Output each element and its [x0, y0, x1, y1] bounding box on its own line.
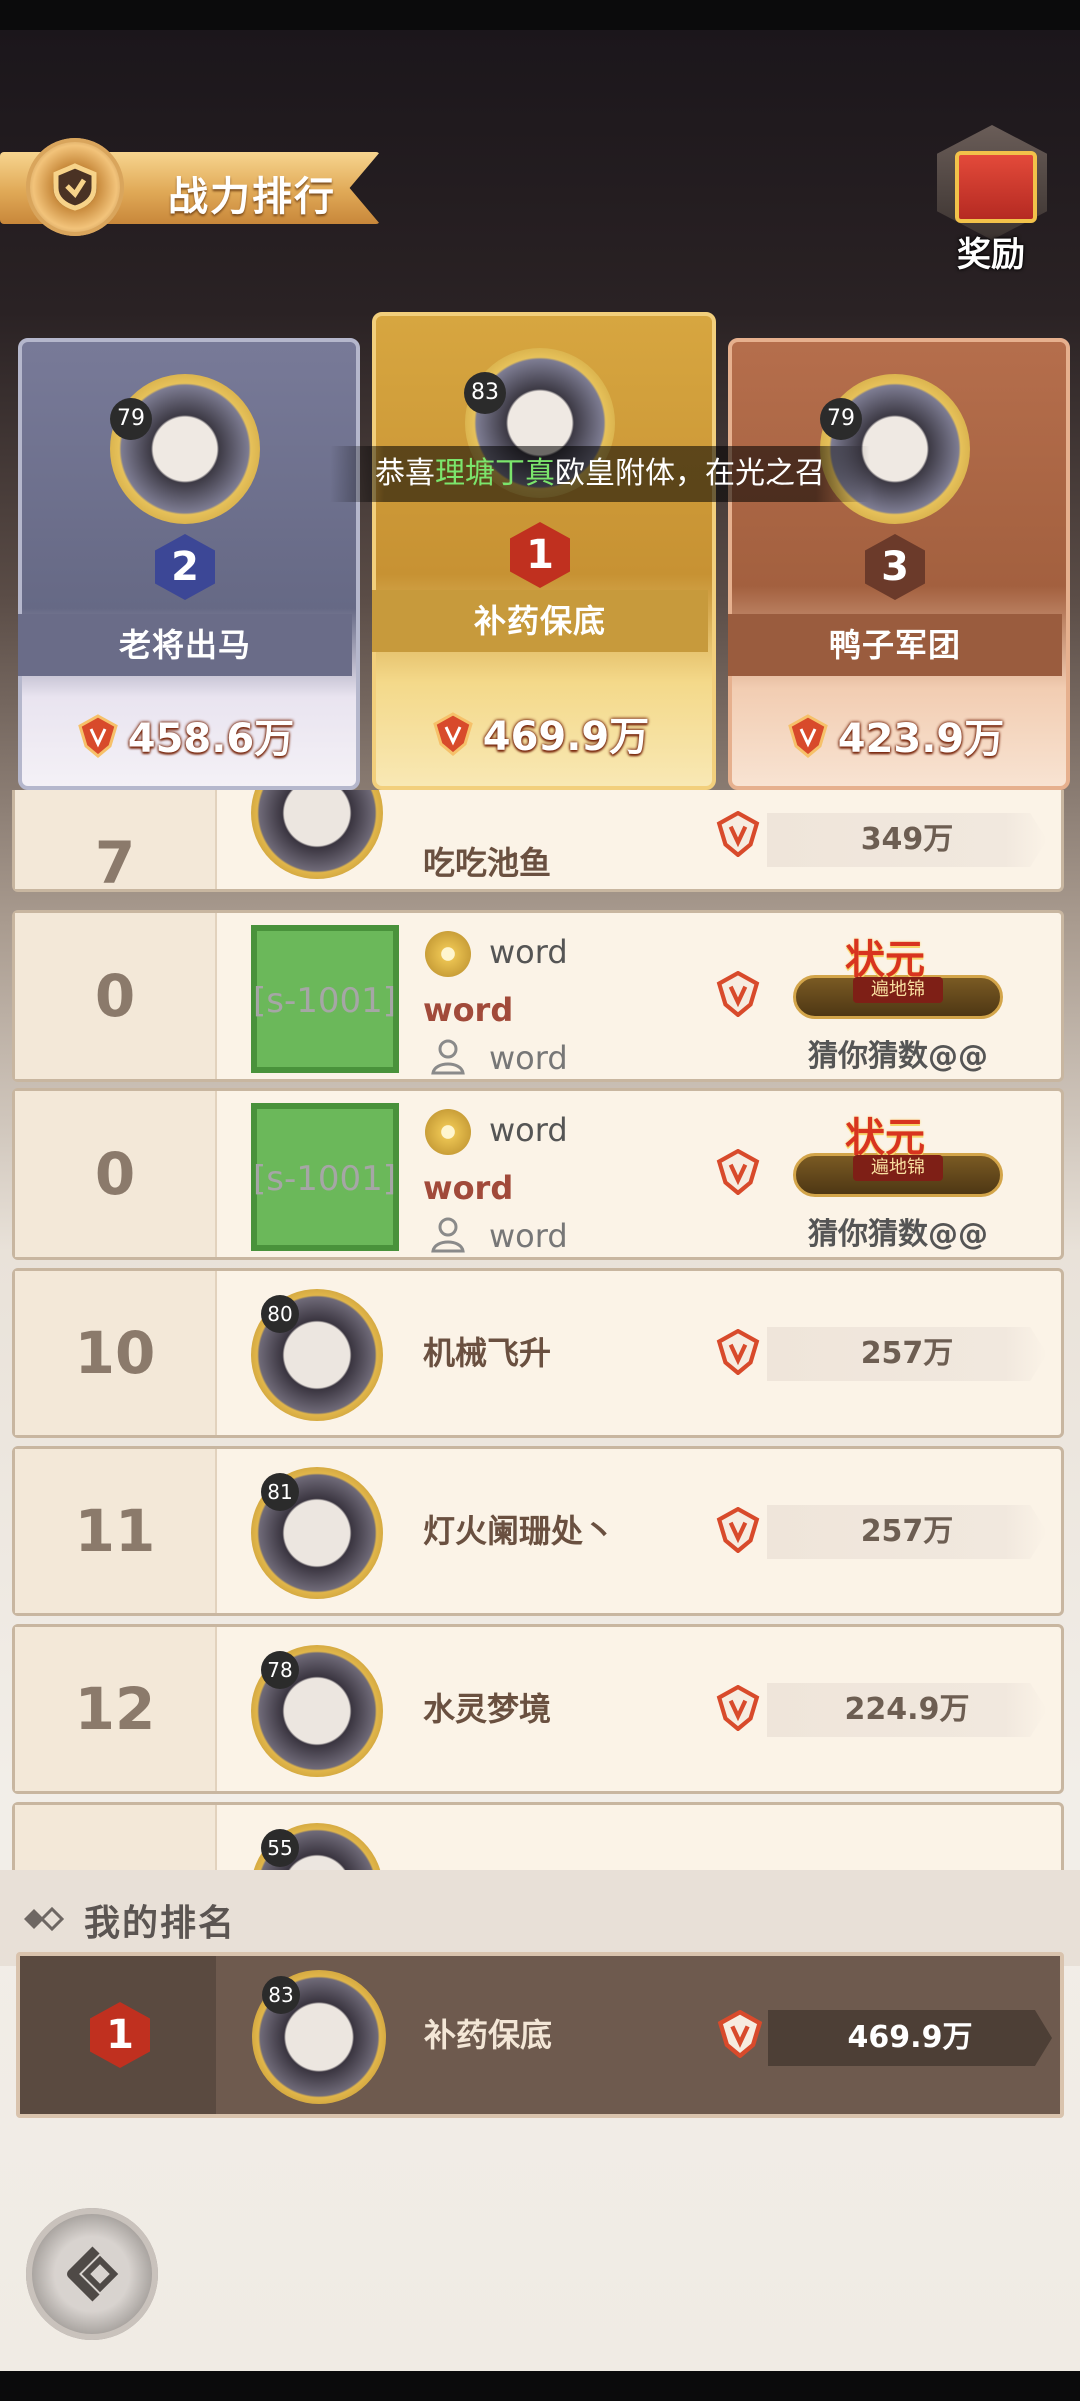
power-value: 423.9万: [728, 706, 1062, 768]
word-line-1: word: [489, 933, 568, 971]
avatar: 81: [251, 1467, 383, 1599]
power-text: 469.9万: [482, 714, 650, 760]
title-subtext: 遍地锦: [853, 977, 943, 1003]
announcement-suffix: 欧皇附体，在光之召: [555, 456, 825, 491]
word-line-2: word: [423, 1169, 514, 1207]
word-line-3: word: [489, 1217, 568, 1255]
announcement-banner: 恭喜理塘丁真欧皇附体，在光之召: [330, 446, 870, 502]
power-value: 257万: [767, 1505, 1047, 1559]
avatar: 80: [251, 1289, 383, 1421]
word-line-3: word: [489, 1039, 568, 1077]
power-icon: [715, 810, 761, 861]
list-item[interactable]: 7 吃吃池鱼 349万: [12, 790, 1064, 897]
player-name: 老将出马: [18, 614, 352, 676]
avatar: [110, 374, 260, 524]
level-badge: 79: [110, 398, 152, 440]
player-name: 鸭子军团: [728, 614, 1062, 676]
user-icon: [429, 1037, 467, 1075]
section-title: 我的排名: [84, 1903, 237, 1944]
list-item[interactable]: 11 81 灯火阑珊处丶 257万: [12, 1446, 1064, 1616]
avatar: 55: [251, 1823, 383, 1870]
level-badge: 81: [261, 1473, 299, 1511]
player-name: 补药保底: [372, 590, 708, 652]
ranking-emblem-icon: [26, 138, 124, 236]
placeholder-text: [s-1001]: [253, 1159, 397, 1199]
player-name: 机械飞升: [423, 1334, 552, 1372]
podium-rank-3[interactable]: 79 3 鸭子军团 423.9万: [728, 338, 1070, 790]
navigation-bar: [0, 2371, 1080, 2401]
podium-rank-2[interactable]: 79 2 老将出马 458.6万: [18, 338, 360, 790]
ranking-list[interactable]: 7 吃吃池鱼 349万 0 [s-1001] word word word 状元…: [12, 790, 1064, 1870]
player-name: 水灵梦境: [423, 1690, 552, 1728]
diamond-icon: [22, 1904, 66, 1938]
page-title: 战力排行: [168, 174, 336, 220]
power-value: 349万: [767, 813, 1047, 867]
guess-text: 猜你猜数@@: [808, 1217, 988, 1252]
list-item[interactable]: 12 78 水灵梦境 224.9万: [12, 1624, 1064, 1794]
status-bar: [0, 0, 1080, 30]
list-item[interactable]: 10 80 机械飞升 257万: [12, 1268, 1064, 1438]
level-badge: 78: [261, 1651, 299, 1689]
avatar: 78: [251, 1645, 383, 1777]
power-value: 257万: [767, 1327, 1047, 1381]
medal-icon: [425, 931, 471, 977]
power-icon: [715, 970, 761, 1021]
power-text: 423.9万: [837, 716, 1005, 762]
announcement-prefix: 恭喜: [375, 456, 435, 491]
back-arrow-icon: [67, 2246, 119, 2302]
my-rank-row[interactable]: 1 83 补药保底 469.9万: [16, 1952, 1064, 2118]
user-icon: [429, 1215, 467, 1253]
power-icon: [715, 1328, 761, 1379]
power-icon: [76, 714, 120, 768]
player-name: 灯火阑珊处丶: [423, 1512, 616, 1550]
announcement-player: 理塘丁真: [435, 456, 555, 491]
podium-rank-1[interactable]: 83 1 补药保底 469.9万: [372, 312, 716, 790]
rank-number: 11: [74, 1497, 156, 1565]
level-badge: 80: [261, 1295, 299, 1333]
power-icon: [715, 1506, 761, 1557]
power-value: 458.6万: [18, 706, 352, 768]
placeholder-avatar: [s-1001]: [251, 1103, 399, 1251]
avatar: 83: [252, 1970, 386, 2104]
level-badge: 83: [464, 372, 506, 414]
level-badge: 55: [261, 1829, 299, 1867]
power-icon: [431, 712, 475, 766]
power-icon: [716, 2009, 764, 2062]
power-value: 469.9万: [372, 704, 708, 766]
rank-number: 0: [94, 1140, 136, 1208]
title-badge: 状元 遍地锦: [793, 1105, 1003, 1211]
power-icon: [715, 1148, 761, 1199]
rank-number: 12: [74, 1675, 156, 1743]
level-badge: 79: [820, 398, 862, 440]
title-badge: 状元 遍地锦: [793, 927, 1003, 1033]
list-item[interactable]: 0 [s-1001] word word word 状元 遍地锦 猜你猜数@@: [12, 910, 1064, 1082]
power-value: 469.9万: [768, 2010, 1052, 2066]
leaderboard-header: 战力排行: [0, 138, 420, 236]
back-button[interactable]: [26, 2208, 158, 2340]
rank-number: 10: [74, 1319, 156, 1387]
power-icon: [715, 1684, 761, 1735]
word-line-2: word: [423, 991, 514, 1029]
power-icon: [786, 714, 830, 768]
placeholder-avatar: [s-1001]: [251, 925, 399, 1073]
avatar: [251, 790, 383, 879]
rank-number: 7: [94, 829, 136, 897]
medal-icon: [425, 1109, 471, 1155]
player-name: 补药保底: [424, 2016, 553, 2054]
level-badge: 83: [262, 1976, 300, 2014]
title-subtext: 遍地锦: [853, 1155, 943, 1181]
reward-button[interactable]: 奖励: [925, 125, 1055, 275]
power-value: 224.9万: [767, 1683, 1047, 1737]
rank-cell: [15, 1805, 217, 1870]
treasure-chest-icon: [955, 151, 1037, 223]
power-text: 458.6万: [127, 716, 295, 762]
list-item[interactable]: 0 [s-1001] word word word 状元 遍地锦 猜你猜数@@: [12, 1088, 1064, 1260]
word-line-1: word: [489, 1111, 568, 1149]
placeholder-text: [s-1001]: [253, 981, 397, 1021]
list-item[interactable]: 55: [12, 1802, 1064, 1870]
guess-text: 猜你猜数@@: [808, 1039, 988, 1074]
reward-label: 奖励: [957, 235, 1025, 275]
rank-number: 0: [94, 962, 136, 1030]
